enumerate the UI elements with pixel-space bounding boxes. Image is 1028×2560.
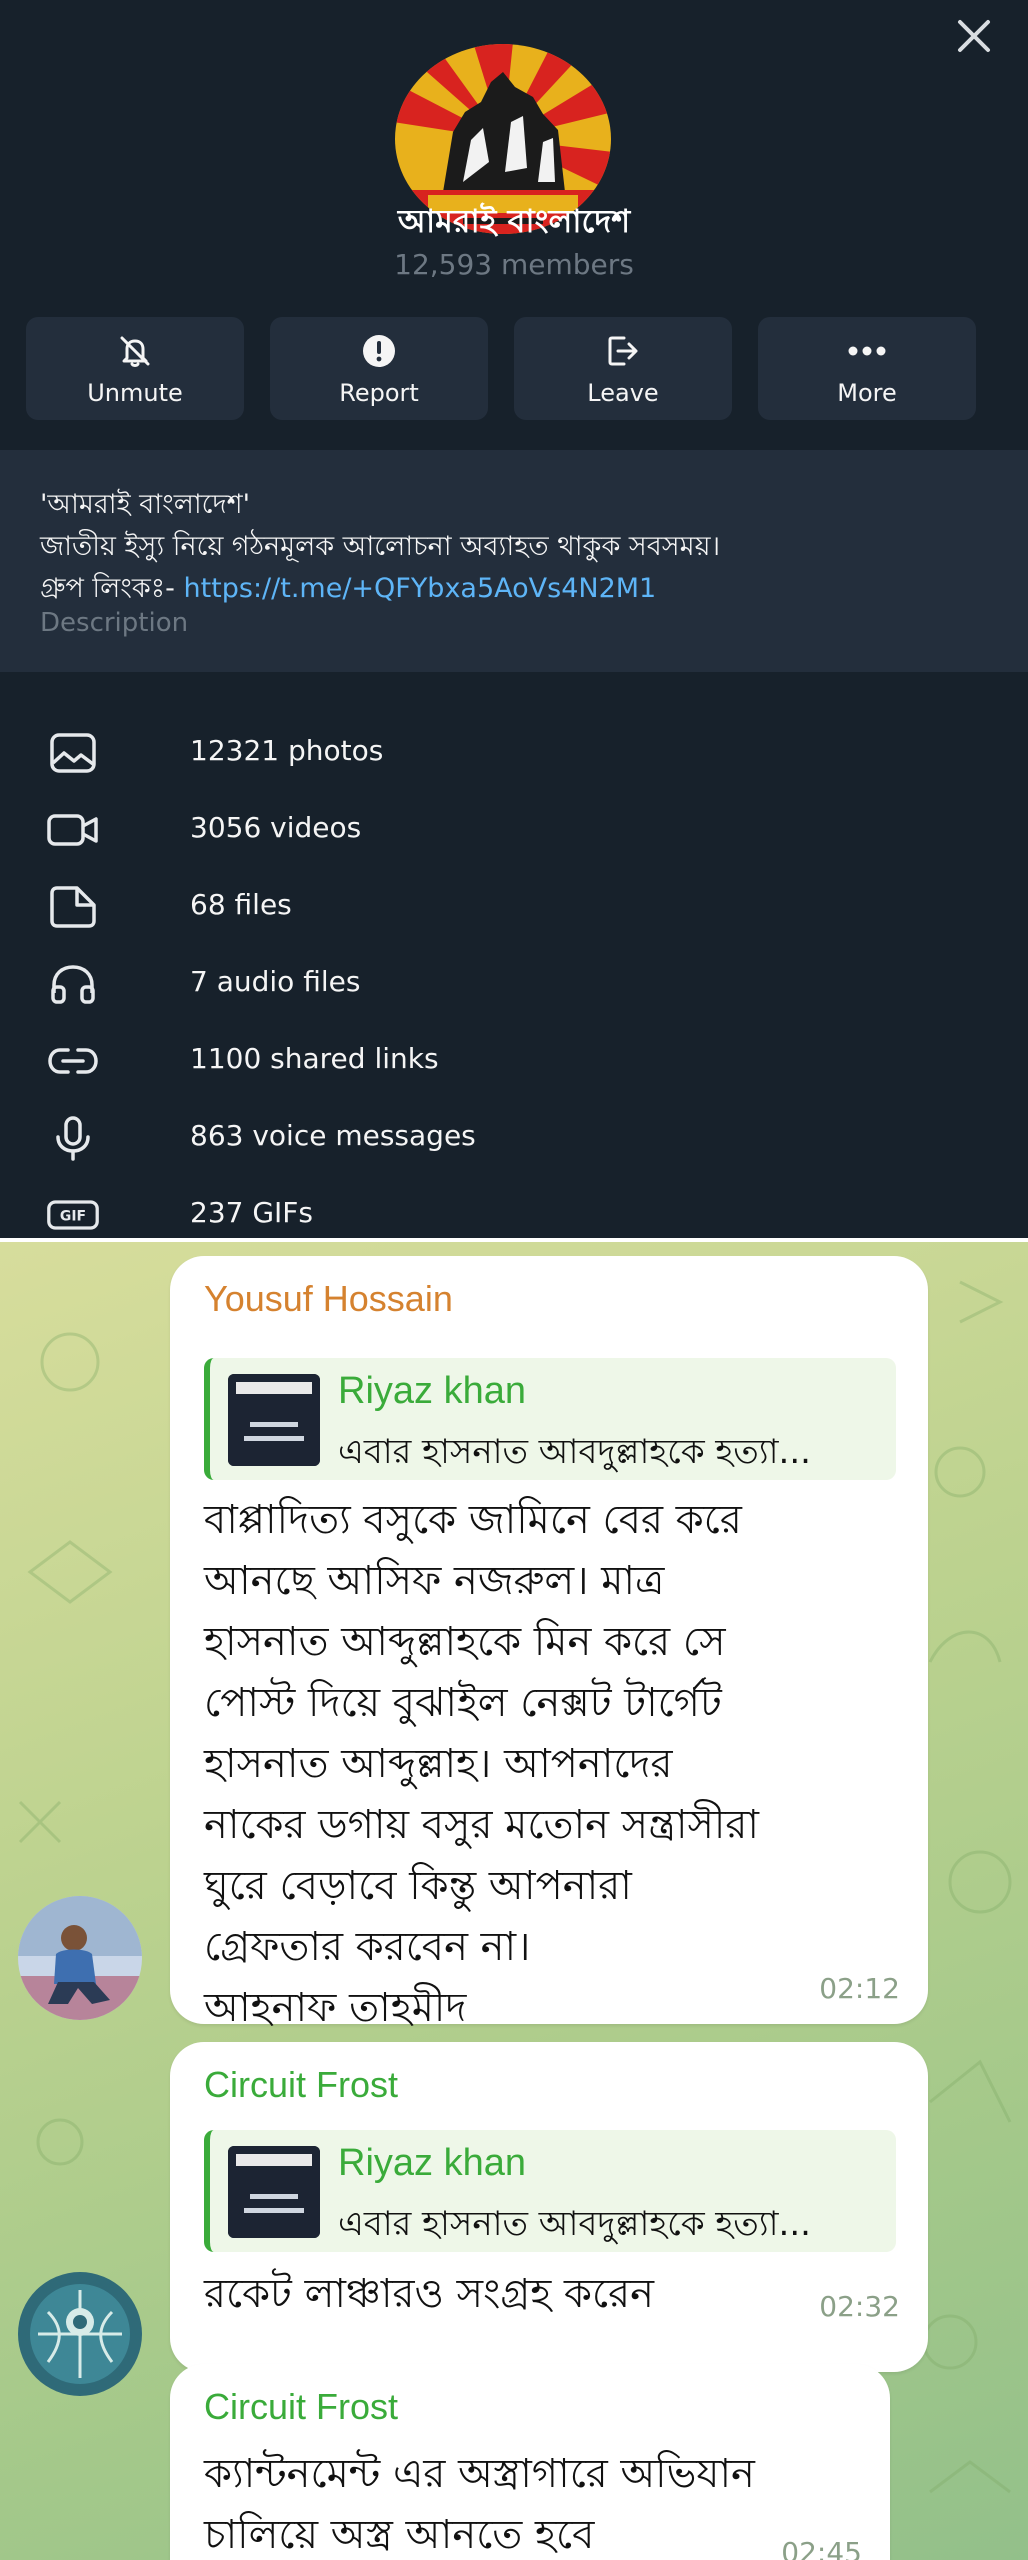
leave-button[interactable]: Leave: [514, 317, 732, 420]
message-text: ক্যান্টনমেন্ট এর অস্ত্রাগারে অভিযান চালি…: [204, 2451, 755, 2558]
bell-off-icon: [115, 331, 155, 371]
group-link-label: গ্রুপ লিংকঃ-: [40, 573, 184, 604]
leave-label: Leave: [587, 378, 659, 407]
message-bubble[interactable]: Yousuf Hossain Riyaz khan এবার হাসনাত আব…: [170, 1256, 928, 2031]
group-info-panel: আমরাই বাংলাদেশ 12,593 members Unmute Rep…: [0, 0, 1028, 1238]
unmute-button[interactable]: Unmute: [26, 317, 244, 420]
reply-snippet: এবার হাসনাত আবদুল্লাহকে হত্যা...: [338, 1432, 811, 1472]
message-time: 02:45: [781, 2536, 862, 2560]
reply-author: Riyaz khan: [338, 1370, 526, 1412]
sender-avatar-yousuf[interactable]: [18, 1896, 142, 2020]
media-row-audio[interactable]: 7 audio files: [0, 945, 1028, 1022]
media-label: 863 voice messages: [190, 1119, 476, 1152]
chat-screenshot: Yousuf Hossain Riyaz khan এবার হাসনাত আব…: [0, 1242, 1028, 2560]
description-line: জাতীয় ইস্যু নিয়ে গঠনমূলক আলোচনা অব্যাহ…: [40, 531, 721, 562]
description-line: 'আমরাই বাংলাদেশ': [40, 489, 251, 520]
media-row-photos[interactable]: 12321 photos: [0, 714, 1028, 791]
message-time: 02:12: [819, 1972, 900, 2005]
message-text: রকেট লাঞ্চারও সংগ্রহ করেন: [204, 2271, 654, 2317]
media-label: 237 GIFs: [190, 1196, 313, 1229]
media-row-voice[interactable]: 863 voice messages: [0, 1099, 1028, 1176]
sender-avatar-circuit-frost[interactable]: [18, 2272, 142, 2396]
report-label: Report: [339, 378, 419, 407]
action-bar: Unmute Report Leave More: [26, 317, 976, 420]
reply-preview[interactable]: Riyaz khan এবার হাসনাত আবদুল্লাহকে হত্যা…: [204, 1358, 896, 1480]
microphone-icon: [46, 1115, 100, 1161]
media-label: 7 audio files: [190, 965, 361, 998]
reply-snippet: এবার হাসনাত আবদুল্লাহকে হত্যা...: [338, 2204, 811, 2244]
gif-icon: GIF: [46, 1192, 100, 1238]
more-icon: [847, 331, 887, 371]
headphones-icon: [46, 961, 100, 1007]
report-button[interactable]: Report: [270, 317, 488, 420]
message-text: বাপ্পাদিত্য বসুকে জামিনে বের করে আনছে আস…: [204, 1497, 759, 2031]
reply-thumbnail: [228, 2146, 320, 2238]
more-button[interactable]: More: [758, 317, 976, 420]
file-icon: [46, 884, 100, 930]
link-icon: [46, 1038, 100, 1084]
more-label: More: [837, 378, 897, 407]
media-row-videos[interactable]: 3056 videos: [0, 791, 1028, 868]
reply-author: Riyaz khan: [338, 2142, 526, 2184]
close-button[interactable]: [944, 6, 1004, 66]
media-label: 68 files: [190, 888, 292, 921]
svg-text:GIF: GIF: [60, 1209, 86, 1225]
message-bubble[interactable]: Circuit Frost Riyaz khan এবার হাসনাত আবদ…: [170, 2042, 928, 2372]
message-bubble[interactable]: Circuit Frost ক্যান্টনমেন্ট এর অস্ত্রাগা…: [170, 2364, 890, 2560]
media-row-files[interactable]: 68 files: [0, 868, 1028, 945]
message-time: 02:32: [819, 2290, 900, 2323]
description-caption: Description: [40, 608, 189, 638]
member-count: 12,593 members: [394, 248, 634, 281]
media-row-links[interactable]: 1100 shared links: [0, 1022, 1028, 1099]
message-sender: Circuit Frost: [204, 2386, 399, 2427]
message-sender: Yousuf Hossain: [204, 1278, 453, 1319]
unmute-label: Unmute: [87, 378, 183, 407]
leave-icon: [603, 331, 643, 371]
media-label: 3056 videos: [190, 811, 362, 844]
group-title: আমরাই বাংলাদেশ: [397, 202, 631, 240]
photo-icon: [46, 730, 100, 776]
reply-preview[interactable]: Riyaz khan এবার হাসনাত আবদুল্লাহকে হত্যা…: [204, 2130, 896, 2252]
media-label: 12321 photos: [190, 734, 384, 767]
video-icon: [46, 807, 100, 853]
message-sender: Circuit Frost: [204, 2064, 399, 2105]
media-label: 1100 shared links: [190, 1042, 439, 1075]
group-invite-link[interactable]: https://t.me/+QFYbxa5AoVs4N2M1: [183, 573, 656, 604]
description-link-line: গ্রুপ লিংকঃ- https://t.me/+QFYbxa5AoVs4N…: [40, 568, 656, 613]
reply-thumbnail: [228, 1374, 320, 1466]
alert-icon: [359, 331, 399, 371]
description-section: 'আমরাই বাংলাদেশ' জাতীয় ইস্যু নিয়ে গঠনম…: [0, 450, 1028, 672]
close-icon: [958, 20, 990, 52]
